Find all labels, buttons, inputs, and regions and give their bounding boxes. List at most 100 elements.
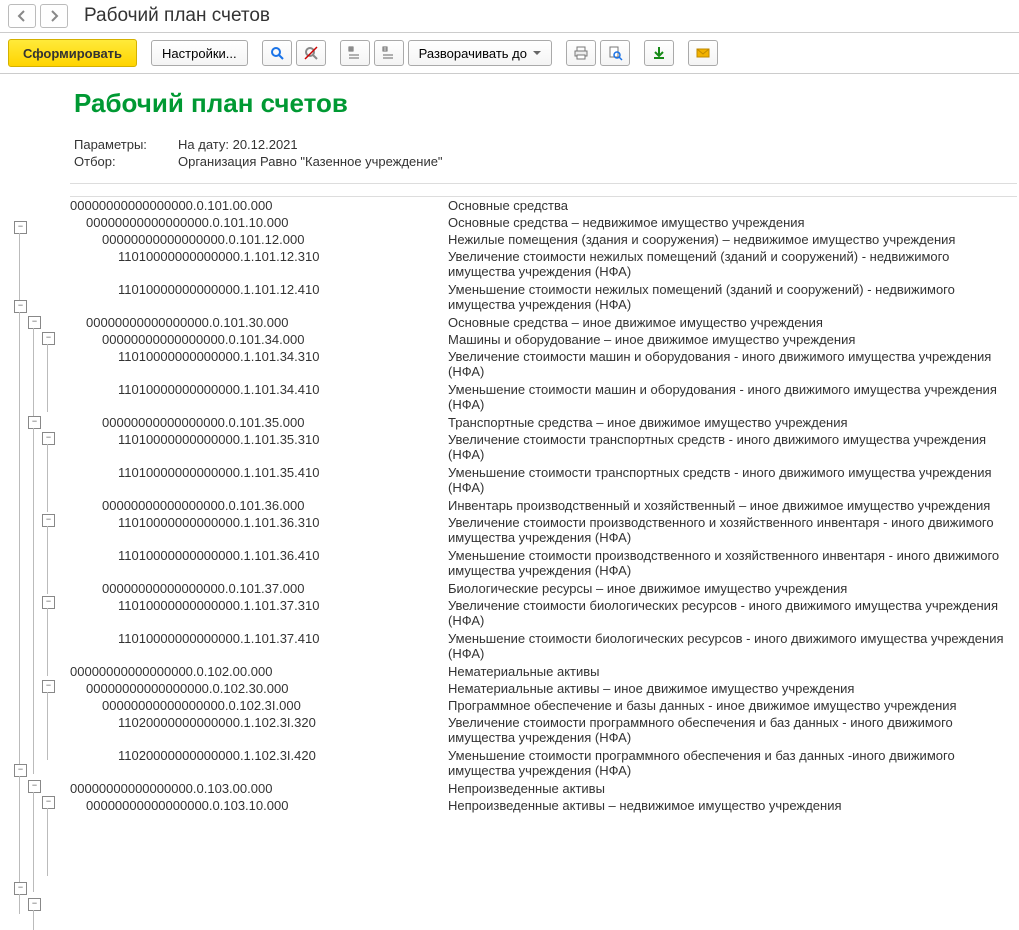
table-row[interactable]: 00000000000000000.0.101.30.000Основные с…: [70, 314, 1017, 331]
filter-value: Организация Равно "Казенное учреждение": [178, 154, 443, 169]
account-description: Нежилые помещения (здания и сооружения) …: [448, 232, 1017, 248]
outline-line: [33, 792, 34, 892]
account-code: 11010000000000000.1.101.12.310: [70, 249, 448, 281]
table-row[interactable]: 11010000000000000.1.101.37.310Увеличение…: [70, 597, 1017, 630]
page-title: Рабочий план счетов: [84, 5, 270, 27]
table-row[interactable]: 00000000000000000.0.101.36.000Инвентарь …: [70, 497, 1017, 514]
outline-toggle[interactable]: −: [42, 596, 55, 609]
generate-button[interactable]: Сформировать: [8, 39, 137, 67]
table-row[interactable]: 11010000000000000.1.101.34.410Уменьшение…: [70, 381, 1017, 414]
outline-toggle[interactable]: −: [42, 432, 55, 445]
outline-toggle[interactable]: −: [28, 780, 41, 793]
account-description: Уменьшение стоимости нежилых помещений (…: [448, 282, 1017, 314]
account-code: 11010000000000000.1.101.36.410: [70, 548, 448, 580]
outline-toggle[interactable]: −: [14, 764, 27, 777]
preview-button[interactable]: [600, 40, 630, 66]
account-description: Уменьшение стоимости производственного и…: [448, 548, 1017, 580]
account-description: Нематериальные активы: [448, 664, 1017, 680]
settings-button[interactable]: Настройки...: [151, 40, 248, 66]
account-description: Уменьшение стоимости машин и оборудовани…: [448, 382, 1017, 414]
account-code: 00000000000000000.0.101.37.000: [70, 581, 448, 597]
outline-toggle[interactable]: −: [28, 316, 41, 329]
account-description: Инвентарь производственный и хозяйственн…: [448, 498, 1017, 514]
table-row[interactable]: 11010000000000000.1.101.12.410Уменьшение…: [70, 281, 1017, 314]
print-button[interactable]: [566, 40, 596, 66]
account-description: Увеличение стоимости программного обеспе…: [448, 715, 1017, 747]
outline-toggle[interactable]: −: [42, 796, 55, 809]
forward-button[interactable]: [40, 4, 68, 28]
account-code: 11010000000000000.1.101.36.310: [70, 515, 448, 547]
table-row[interactable]: 00000000000000000.0.102.30.000Нематериал…: [70, 680, 1017, 697]
account-code: 00000000000000000.0.101.30.000: [70, 315, 448, 331]
account-description: Программное обеспечение и базы данных - …: [448, 698, 1017, 714]
find-cancel-button[interactable]: [296, 40, 326, 66]
account-code: 11010000000000000.1.101.12.410: [70, 282, 448, 314]
table-row[interactable]: 11010000000000000.1.101.35.410Уменьшение…: [70, 464, 1017, 497]
table-row[interactable]: 00000000000000000.0.101.37.000Биологичес…: [70, 580, 1017, 597]
outline-toggle[interactable]: −: [28, 416, 41, 429]
table-row[interactable]: 11020000000000000.1.102.3I.320Увеличение…: [70, 714, 1017, 747]
account-code: 11010000000000000.1.101.34.310: [70, 349, 448, 381]
account-description: Уменьшение стоимости транспортных средст…: [448, 465, 1017, 497]
table-row[interactable]: 00000000000000000.0.101.35.000Транспортн…: [70, 414, 1017, 431]
table-row[interactable]: 00000000000000000.0.101.12.000Нежилые по…: [70, 231, 1017, 248]
account-description: Основные средства – иное движимое имущес…: [448, 315, 1017, 331]
table-row[interactable]: 00000000000000000.0.103.10.000Непроизвед…: [70, 797, 1017, 814]
accounts-table: 00000000000000000.0.101.00.000Основные с…: [70, 197, 1017, 814]
account-description: Непроизведенные активы – недвижимое имущ…: [448, 798, 1017, 814]
outline-toggle[interactable]: −: [14, 882, 27, 895]
expand-to-dropdown[interactable]: Разворачивать до: [408, 40, 552, 66]
account-code: 00000000000000000.0.101.12.000: [70, 232, 448, 248]
table-row[interactable]: 11010000000000000.1.101.36.310Увеличение…: [70, 514, 1017, 547]
account-description: Увеличение стоимости производственного и…: [448, 515, 1017, 547]
account-description: Основные средства: [448, 198, 1017, 214]
table-row[interactable]: 11010000000000000.1.101.34.310Увеличение…: [70, 348, 1017, 381]
back-button[interactable]: [8, 4, 36, 28]
account-description: Нематериальные активы – иное движимое им…: [448, 681, 1017, 697]
outline-toggle[interactable]: −: [14, 300, 27, 313]
table-row[interactable]: 11020000000000000.1.102.3I.420Уменьшение…: [70, 747, 1017, 780]
account-code: 00000000000000000.0.101.35.000: [70, 415, 448, 431]
table-row[interactable]: 11010000000000000.1.101.12.310Увеличение…: [70, 248, 1017, 281]
account-description: Увеличение стоимости машин и оборудовани…: [448, 349, 1017, 381]
table-row[interactable]: 00000000000000000.0.103.00.000Непроизвед…: [70, 780, 1017, 797]
account-code: 00000000000000000.0.102.3I.000: [70, 698, 448, 714]
table-row[interactable]: 00000000000000000.0.102.00.000Нематериал…: [70, 663, 1017, 680]
outline-line: [47, 692, 48, 760]
table-row[interactable]: 11010000000000000.1.101.37.410Уменьшение…: [70, 630, 1017, 663]
account-code: 11020000000000000.1.102.3I.420: [70, 748, 448, 780]
table-row[interactable]: 00000000000000000.0.101.00.000Основные с…: [70, 197, 1017, 214]
table-row[interactable]: 11010000000000000.1.101.35.310Увеличение…: [70, 431, 1017, 464]
account-code: 00000000000000000.0.102.00.000: [70, 664, 448, 680]
params-value: На дату: 20.12.2021: [178, 137, 298, 152]
account-description: Основные средства – недвижимое имущество…: [448, 215, 1017, 231]
account-description: Увеличение стоимости транспортных средст…: [448, 432, 1017, 464]
find-button[interactable]: [262, 40, 292, 66]
account-code: 11020000000000000.1.102.3I.320: [70, 715, 448, 747]
account-code: 11010000000000000.1.101.37.410: [70, 631, 448, 663]
outline-line: [47, 808, 48, 876]
outline-line: [33, 328, 34, 428]
outline-line: [47, 344, 48, 412]
table-row[interactable]: 11010000000000000.1.101.36.410Уменьшение…: [70, 547, 1017, 580]
outline-toggle[interactable]: −: [42, 332, 55, 345]
account-code: 11010000000000000.1.101.35.410: [70, 465, 448, 497]
account-description: Непроизведенные активы: [448, 781, 1017, 797]
outline-toggle[interactable]: −: [14, 221, 27, 234]
outline-toggle[interactable]: −: [42, 514, 55, 527]
save-button[interactable]: [644, 40, 674, 66]
table-row[interactable]: 00000000000000000.0.101.10.000Основные с…: [70, 214, 1017, 231]
expand-all-button[interactable]: [340, 40, 370, 66]
table-row[interactable]: 00000000000000000.0.102.3I.000Программно…: [70, 697, 1017, 714]
outline-toggle[interactable]: −: [28, 898, 41, 911]
collapse-all-button[interactable]: [374, 40, 404, 66]
table-row[interactable]: 00000000000000000.0.101.34.000Машины и о…: [70, 331, 1017, 348]
outline-line: [19, 894, 20, 914]
account-code: 00000000000000000.0.101.10.000: [70, 215, 448, 231]
report-params: Параметры: На дату: 20.12.2021 Отбор: Ор…: [74, 137, 1017, 169]
account-code: 11010000000000000.1.101.35.310: [70, 432, 448, 464]
outline-gutter: −−−−−−−−−−−−−−: [0, 74, 58, 834]
account-description: Уменьшение стоимости программного обеспе…: [448, 748, 1017, 780]
email-button[interactable]: [688, 40, 718, 66]
outline-toggle[interactable]: −: [42, 680, 55, 693]
